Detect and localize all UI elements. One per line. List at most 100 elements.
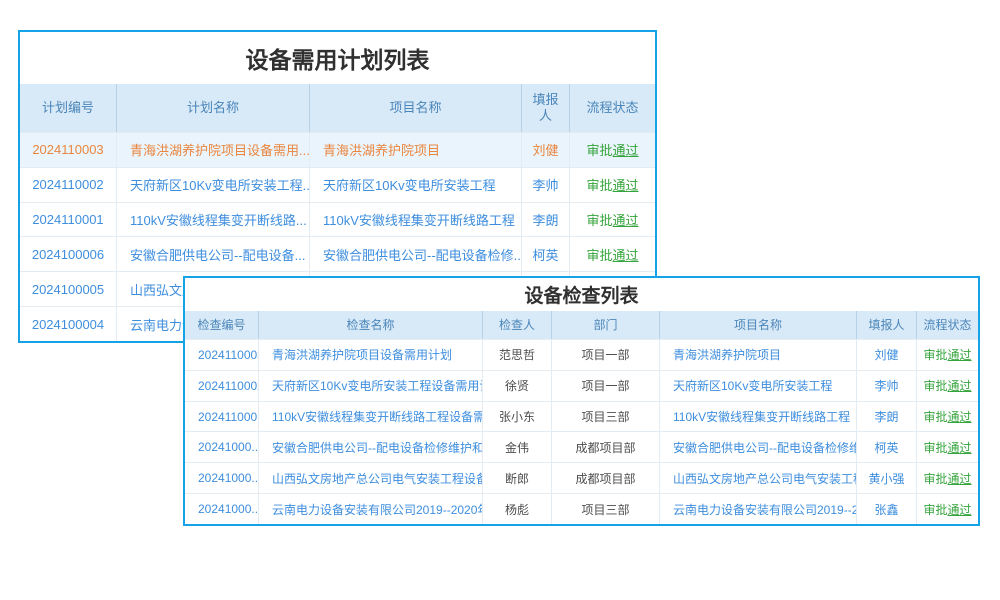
inspection_table-row[interactable]: 20241000...安徽合肥供电公司--配电设备检修维护和...金伟成都项目部… bbox=[185, 431, 978, 462]
plan_table-row[interactable]: 2024100006安徽合肥供电公司--配电设备...安徽合肥供电公司--配电设… bbox=[20, 236, 655, 271]
plan_table-row[interactable]: 2024110001110kV安徽线程集变开断线路...110kV安徽线程集变开… bbox=[20, 202, 655, 237]
inspection_table-cell-project[interactable]: 云南电力设备安装有限公司2019--202... bbox=[660, 494, 857, 524]
status-link[interactable]: 通过 bbox=[613, 140, 639, 159]
plan_table-row[interactable]: 2024110003青海洪湖养护院项目设备需用...青海洪湖养护院项目刘健审批通… bbox=[20, 132, 655, 167]
inspection_table-cell-dept: 项目一部 bbox=[552, 371, 660, 401]
plan-list-header-row: 计划编号计划名称项目名称填报人流程状态 bbox=[20, 84, 655, 132]
plan_table-cell-project[interactable]: 天府新区10Kv变电所安装工程 bbox=[310, 168, 522, 202]
inspection_table-header-dept: 部门 bbox=[552, 311, 660, 339]
plan_table-cell-id[interactable]: 2024100005 bbox=[20, 272, 117, 306]
status-link[interactable]: 通过 bbox=[948, 408, 972, 425]
inspection_table-cell-inspector: 金伟 bbox=[483, 432, 552, 462]
plan_table-row[interactable]: 2024110002天府新区10Kv变电所安装工程...天府新区10Kv变电所安… bbox=[20, 167, 655, 202]
inspection_table-row[interactable]: 20241000...山西弘文房地产总公司电气安装工程设备...断郎成都项目部山… bbox=[185, 462, 978, 493]
inspection_table-cell-project[interactable]: 天府新区10Kv变电所安装工程 bbox=[660, 371, 857, 401]
inspection_table-cell-dept: 项目三部 bbox=[552, 494, 660, 524]
inspection_table-cell-project[interactable]: 110kV安徽线程集变开断线路工程 bbox=[660, 402, 857, 432]
inspection_table-cell-dept: 项目三部 bbox=[552, 402, 660, 432]
inspection_table-cell-inspector: 徐贤 bbox=[483, 371, 552, 401]
plan_table-cell-id[interactable]: 2024110003 bbox=[20, 133, 117, 167]
inspection_table-cell-reporter[interactable]: 李朗 bbox=[857, 402, 917, 432]
plan_table-header-reporter: 填报人 bbox=[522, 84, 570, 132]
inspection_table-cell-status[interactable]: 审批通过 bbox=[917, 463, 978, 493]
status-link[interactable]: 通过 bbox=[613, 245, 639, 264]
inspection_table-cell-id[interactable]: 20241000... bbox=[185, 432, 259, 462]
inspection_table-cell-id[interactable]: 2024110001 bbox=[185, 402, 259, 432]
plan_table-cell-reporter[interactable]: 李朗 bbox=[522, 203, 570, 237]
status-text: 审批 bbox=[923, 439, 947, 456]
plan_table-cell-project[interactable]: 青海洪湖养护院项目 bbox=[310, 133, 522, 167]
status-link[interactable]: 通过 bbox=[948, 501, 972, 518]
inspection_table-row[interactable]: 2024110001110kV安徽线程集变开断线路工程设备需...张小东项目三部… bbox=[185, 401, 978, 432]
plan_table-cell-status[interactable]: 审批通过 bbox=[570, 133, 655, 167]
plan_table-header-status: 流程状态 bbox=[570, 84, 655, 132]
inspection_table-cell-name[interactable]: 110kV安徽线程集变开断线路工程设备需... bbox=[259, 402, 483, 432]
inspection_table-cell-project[interactable]: 山西弘文房地产总公司电气安装工程 bbox=[660, 463, 857, 493]
status-link[interactable]: 通过 bbox=[948, 439, 972, 456]
inspection_table-cell-id[interactable]: 20241000... bbox=[185, 494, 259, 524]
inspection_table-header-id: 检查编号 bbox=[185, 311, 259, 339]
inspection_table-cell-id[interactable]: 2024110002 bbox=[185, 371, 259, 401]
inspection_table-cell-project[interactable]: 青海洪湖养护院项目 bbox=[660, 340, 857, 370]
inspection_table-cell-project[interactable]: 安徽合肥供电公司--配电设备检修维护... bbox=[660, 432, 857, 462]
inspection_table-cell-dept: 成都项目部 bbox=[552, 463, 660, 493]
inspection_table-cell-reporter[interactable]: 刘健 bbox=[857, 340, 917, 370]
plan_table-cell-reporter[interactable]: 李帅 bbox=[522, 168, 570, 202]
status-text: 审批 bbox=[586, 140, 612, 159]
plan_table-cell-name[interactable]: 天府新区10Kv变电所安装工程... bbox=[117, 168, 310, 202]
inspection_table-cell-inspector: 杨彪 bbox=[483, 494, 552, 524]
plan_table-cell-status[interactable]: 审批通过 bbox=[570, 168, 655, 202]
plan_table-cell-name[interactable]: 110kV安徽线程集变开断线路... bbox=[117, 203, 310, 237]
status-text: 审批 bbox=[586, 210, 612, 229]
inspection_table-cell-reporter[interactable]: 柯英 bbox=[857, 432, 917, 462]
plan_table-cell-name[interactable]: 安徽合肥供电公司--配电设备... bbox=[117, 237, 310, 271]
inspection_table-cell-dept: 成都项目部 bbox=[552, 432, 660, 462]
inspection_table-cell-status[interactable]: 审批通过 bbox=[917, 371, 978, 401]
plan_table-cell-status[interactable]: 审批通过 bbox=[570, 237, 655, 271]
status-link[interactable]: 通过 bbox=[613, 210, 639, 229]
inspection_table-row[interactable]: 2024110002天府新区10Kv变电所安装工程设备需用计划徐贤项目一部天府新… bbox=[185, 370, 978, 401]
inspection_table-cell-status[interactable]: 审批通过 bbox=[917, 402, 978, 432]
status-link[interactable]: 通过 bbox=[948, 377, 972, 394]
plan_table-cell-reporter[interactable]: 刘健 bbox=[522, 133, 570, 167]
plan_table-cell-id[interactable]: 2024100006 bbox=[20, 237, 117, 271]
status-link[interactable]: 通过 bbox=[948, 470, 972, 487]
plan_table-cell-reporter[interactable]: 柯英 bbox=[522, 237, 570, 271]
inspection-list-body: 2024110003青海洪湖养护院项目设备需用计划范思哲项目一部青海洪湖养护院项… bbox=[185, 339, 978, 524]
inspection_table-header-reporter: 填报人 bbox=[857, 311, 917, 339]
inspection_table-header-project: 项目名称 bbox=[660, 311, 857, 339]
status-text: 审批 bbox=[923, 470, 947, 487]
plan_table-cell-id[interactable]: 2024110001 bbox=[20, 203, 117, 237]
status-text: 审批 bbox=[923, 408, 947, 425]
status-link[interactable]: 通过 bbox=[613, 175, 639, 194]
inspection_table-cell-reporter[interactable]: 张鑫 bbox=[857, 494, 917, 524]
plan_table-cell-status[interactable]: 审批通过 bbox=[570, 203, 655, 237]
plan-list-title: 设备需用计划列表 bbox=[20, 32, 655, 84]
plan_table-cell-name[interactable]: 青海洪湖养护院项目设备需用... bbox=[117, 133, 310, 167]
inspection_table-cell-reporter[interactable]: 李帅 bbox=[857, 371, 917, 401]
inspection_table-header-inspector: 检查人 bbox=[483, 311, 552, 339]
inspection_table-cell-inspector: 张小东 bbox=[483, 402, 552, 432]
status-link[interactable]: 通过 bbox=[948, 346, 972, 363]
inspection_table-cell-reporter[interactable]: 黄小强 bbox=[857, 463, 917, 493]
plan_table-header-name: 计划名称 bbox=[117, 84, 310, 132]
plan_table-cell-project[interactable]: 110kV安徽线程集变开断线路工程 bbox=[310, 203, 522, 237]
inspection_table-header-status: 流程状态 bbox=[917, 311, 978, 339]
plan_table-cell-project[interactable]: 安徽合肥供电公司--配电设备检修... bbox=[310, 237, 522, 271]
inspection_table-cell-id[interactable]: 2024110003 bbox=[185, 340, 259, 370]
plan_table-header-project: 项目名称 bbox=[310, 84, 522, 132]
plan_table-cell-id[interactable]: 2024100004 bbox=[20, 307, 117, 341]
plan_table-cell-id[interactable]: 2024110002 bbox=[20, 168, 117, 202]
inspection_table-cell-name[interactable]: 青海洪湖养护院项目设备需用计划 bbox=[259, 340, 483, 370]
inspection_table-cell-id[interactable]: 20241000... bbox=[185, 463, 259, 493]
inspection_table-cell-name[interactable]: 云南电力设备安装有限公司2019--2020年... bbox=[259, 494, 483, 524]
inspection_table-cell-name[interactable]: 山西弘文房地产总公司电气安装工程设备... bbox=[259, 463, 483, 493]
inspection_table-cell-status[interactable]: 审批通过 bbox=[917, 340, 978, 370]
inspection_table-cell-name[interactable]: 安徽合肥供电公司--配电设备检修维护和... bbox=[259, 432, 483, 462]
inspection_table-cell-status[interactable]: 审批通过 bbox=[917, 432, 978, 462]
inspection_table-row[interactable]: 2024110003青海洪湖养护院项目设备需用计划范思哲项目一部青海洪湖养护院项… bbox=[185, 339, 978, 370]
inspection_table-cell-status[interactable]: 审批通过 bbox=[917, 494, 978, 524]
inspection_table-row[interactable]: 20241000...云南电力设备安装有限公司2019--2020年...杨彪项… bbox=[185, 493, 978, 524]
inspection_table-cell-name[interactable]: 天府新区10Kv变电所安装工程设备需用计划 bbox=[259, 371, 483, 401]
status-text: 审批 bbox=[923, 377, 947, 394]
